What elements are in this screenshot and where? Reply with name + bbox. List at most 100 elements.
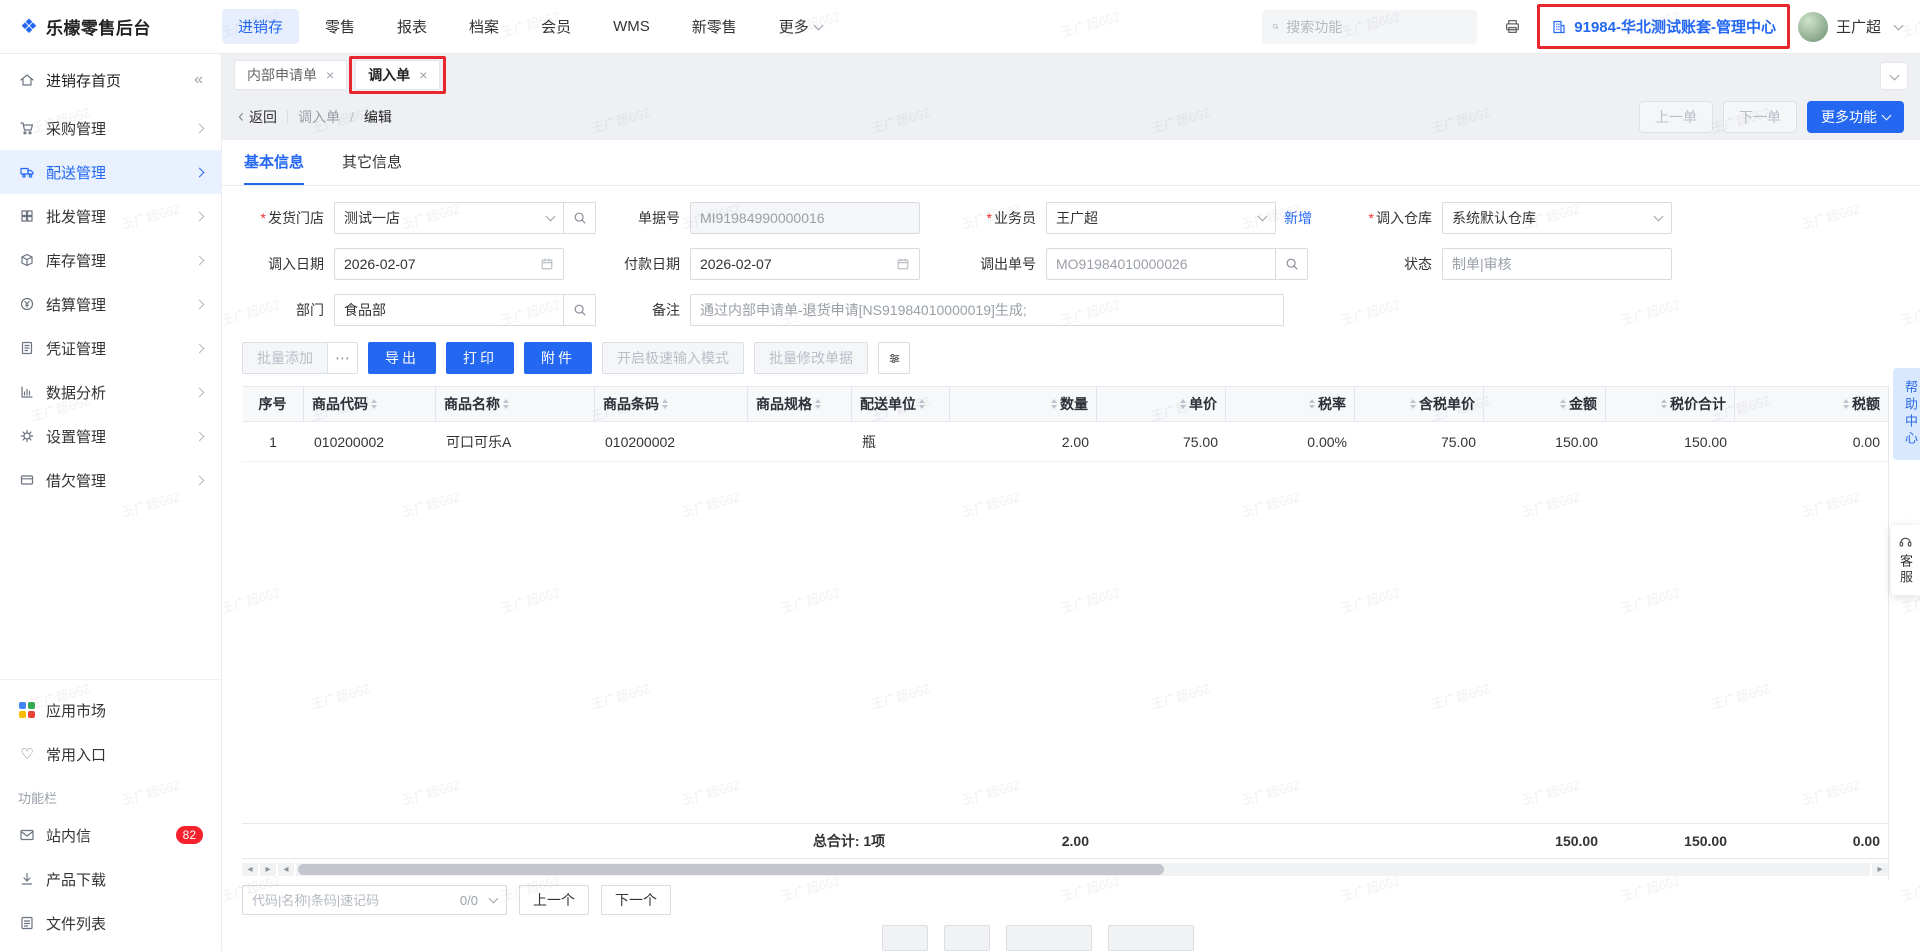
pay-date-input[interactable] [700, 256, 890, 272]
col-header-unit[interactable]: 配送单位 [852, 387, 950, 421]
in-date-input[interactable] [344, 256, 534, 272]
global-search-input[interactable] [1286, 19, 1467, 35]
batch-add-more-button[interactable]: ⋯ [328, 342, 358, 374]
col-header-tax-rate[interactable]: 税率 [1226, 387, 1355, 421]
remark-field[interactable] [690, 294, 1284, 326]
sidebar-item-messages[interactable]: 站内信 82 [0, 813, 221, 857]
printer-icon[interactable] [1495, 10, 1529, 44]
nav-item-inventory[interactable]: 进销存 [222, 9, 299, 44]
horizontal-scrollbar[interactable]: ◂ ▸ ◂ ▸ [242, 862, 1888, 877]
col-header-amount[interactable]: 金额 [1484, 387, 1606, 421]
nav-item-members[interactable]: 会员 [525, 9, 587, 44]
nav-item-retail[interactable]: 零售 [309, 9, 371, 44]
export-button[interactable]: 导出 [368, 342, 436, 374]
nav-item-archives[interactable]: 档案 [453, 9, 515, 44]
sidebar-item-borrow[interactable]: 借欠管理 [0, 458, 221, 502]
sidebar-item-distribution[interactable]: 配送管理 [0, 150, 221, 194]
salesman-input[interactable] [1056, 210, 1253, 226]
sidebar-item-downloads[interactable]: 产品下载 [0, 857, 221, 901]
attachment-button[interactable]: 附件 [524, 342, 592, 374]
sidebar-item-voucher[interactable]: 凭证管理 [0, 326, 221, 370]
speed-input-button[interactable]: 开启极速输入模式 [602, 342, 744, 374]
sidebar-item-wholesale[interactable]: 批发管理 [0, 194, 221, 238]
display-settings-button[interactable] [878, 342, 910, 374]
cutoff-button[interactable] [1108, 925, 1194, 951]
product-locate-input[interactable] [252, 893, 454, 908]
tab-other-info[interactable]: 其它信息 [342, 140, 402, 185]
cutoff-button[interactable] [882, 925, 928, 951]
customer-service-tab[interactable]: 客服 [1891, 525, 1920, 595]
scrollbar-thumb[interactable] [298, 864, 1164, 875]
batch-modify-button[interactable]: 批量修改单据 [754, 342, 868, 374]
sidebar-item-home[interactable]: 进销存首页 « [0, 54, 221, 106]
batch-add-button[interactable]: 批量添加 [242, 342, 328, 374]
cutoff-button[interactable] [944, 925, 990, 951]
tab-list-dropdown[interactable] [1880, 62, 1908, 90]
sidebar-collapse-icon[interactable]: « [194, 71, 203, 89]
nav-item-new-retail[interactable]: 新零售 [676, 9, 753, 44]
ship-store-input[interactable] [344, 210, 541, 226]
remark-input[interactable] [700, 302, 1274, 318]
scroll-right-button[interactable]: ▸ [260, 863, 276, 876]
department-search-button[interactable] [564, 294, 596, 326]
nav-item-reports[interactable]: 报表 [381, 9, 443, 44]
next-item-button[interactable]: 下一个 [601, 885, 671, 915]
scrollbar-track[interactable] [296, 863, 1870, 876]
tab-internal-request[interactable]: 内部申请单 × [234, 60, 347, 90]
sidebar-item-settings[interactable]: 设置管理 [0, 414, 221, 458]
col-header-qty[interactable]: 数量 [950, 387, 1097, 421]
breadcrumb-parent[interactable]: 调入单 [298, 107, 340, 127]
col-header-barcode[interactable]: 商品条码 [595, 387, 748, 421]
next-doc-button[interactable]: 下一单 [1723, 101, 1797, 133]
department-input[interactable] [344, 302, 554, 318]
close-icon[interactable]: × [326, 67, 334, 83]
sidebar-item-app-market[interactable]: 应用市场 [0, 688, 221, 732]
col-header-product-code[interactable]: 商品代码 [304, 387, 436, 421]
app-logo[interactable]: ❖ 乐檬零售后台 [20, 14, 222, 39]
account-selector[interactable]: 91984-华北测试账套-管理中心 [1547, 13, 1780, 40]
sidebar-item-purchase[interactable]: 采购管理 [0, 106, 221, 150]
cutoff-button[interactable] [1006, 925, 1092, 951]
sidebar-item-settlement[interactable]: 结算管理 [0, 282, 221, 326]
salesman-select[interactable] [1046, 202, 1276, 234]
scroll-left-button[interactable]: ◂ [242, 863, 258, 876]
user-menu[interactable]: 王广超 [1798, 12, 1902, 42]
scroll-step-left[interactable]: ◂ [278, 863, 294, 876]
print-button[interactable]: 打印 [446, 342, 514, 374]
prev-item-button[interactable]: 上一个 [519, 885, 589, 915]
tab-transfer-in[interactable]: 调入单 × [355, 60, 440, 90]
department-field[interactable] [334, 294, 564, 326]
scroll-step-right[interactable]: ▸ [1872, 863, 1888, 876]
col-header-tax[interactable]: 税额 [1735, 387, 1888, 421]
sidebar-item-favorites[interactable]: ♡ 常用入口 [0, 732, 221, 776]
table-row[interactable]: 1 010200002 可口可乐A 010200002 瓶 2.00 75.00… [242, 422, 1888, 462]
col-header-price-with-tax[interactable]: 含税单价 [1355, 387, 1484, 421]
sidebar-item-analytics[interactable]: 数据分析 [0, 370, 221, 414]
pay-date-picker[interactable] [690, 248, 920, 280]
more-functions-button[interactable]: 更多功能 [1807, 101, 1904, 133]
col-header-spec[interactable]: 商品规格 [748, 387, 852, 421]
prev-doc-button[interactable]: 上一单 [1639, 101, 1713, 133]
sidebar-item-stock[interactable]: 库存管理 [0, 238, 221, 282]
nav-item-more[interactable]: 更多 [763, 9, 838, 44]
out-doc-no-search-button[interactable] [1276, 248, 1308, 280]
back-button[interactable]: ‹ 返回 [238, 107, 277, 127]
sidebar-item-file-list[interactable]: 文件列表 [0, 901, 221, 945]
close-icon[interactable]: × [419, 67, 427, 83]
col-header-tax-total[interactable]: 税价合计 [1606, 387, 1735, 421]
in-warehouse-input[interactable] [1452, 210, 1649, 226]
ship-store-search-button[interactable] [564, 202, 596, 234]
in-warehouse-select[interactable] [1442, 202, 1672, 234]
col-header-price[interactable]: 单价 [1097, 387, 1226, 421]
nav-item-wms[interactable]: WMS [597, 11, 666, 42]
out-doc-no-input[interactable] [1056, 256, 1266, 272]
tab-basic-info[interactable]: 基本信息 [244, 140, 304, 185]
help-center-tab[interactable]: 帮助中心 [1893, 368, 1920, 460]
out-doc-no-field[interactable] [1046, 248, 1276, 280]
global-search[interactable] [1262, 10, 1477, 44]
col-header-product-name[interactable]: 商品名称 [436, 387, 595, 421]
add-salesman-link[interactable]: 新增 [1284, 208, 1312, 228]
ship-store-select[interactable] [334, 202, 564, 234]
in-date-picker[interactable] [334, 248, 564, 280]
product-locate-box[interactable]: 0/0 [242, 885, 507, 915]
